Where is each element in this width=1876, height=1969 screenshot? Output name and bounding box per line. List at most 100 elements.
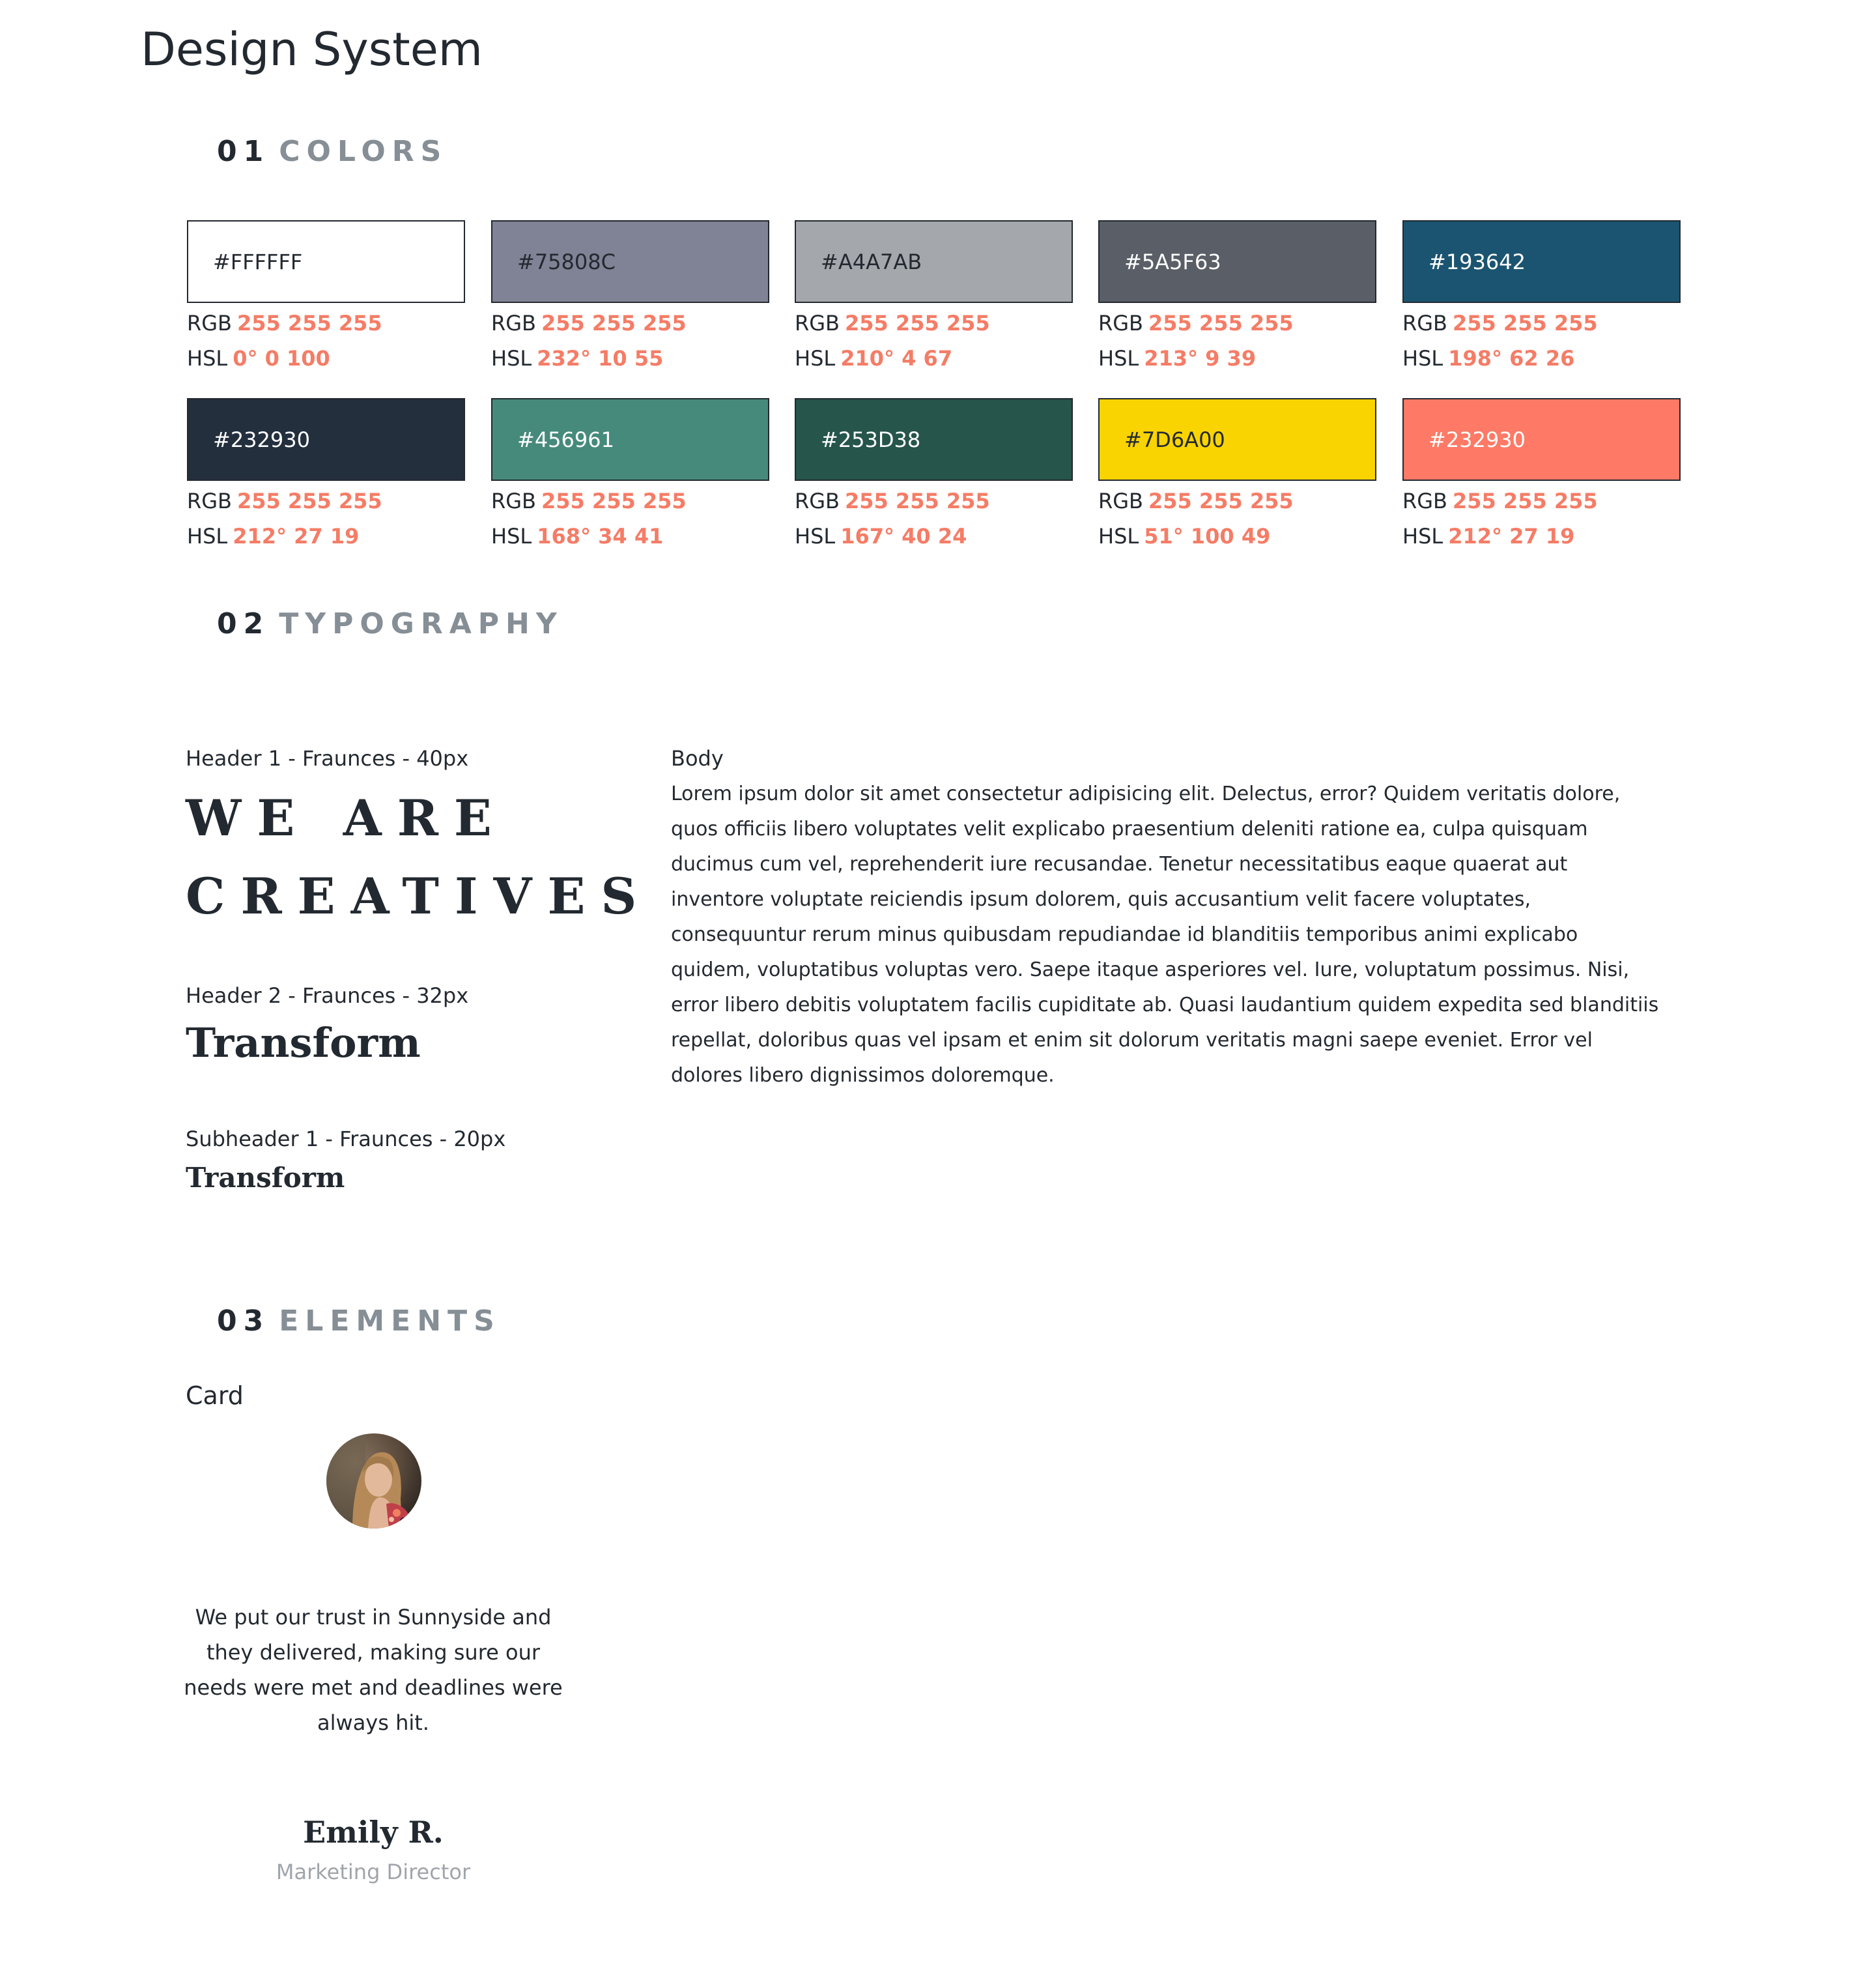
color-swatch: #253D38 RGB 255 255 255 HSL 167° 40 24 <box>795 398 1073 557</box>
color-hsl-value: 168° 34 41 <box>537 524 664 549</box>
color-swatch: #75808C RGB 255 255 255 HSL 232° 10 55 <box>491 220 769 379</box>
section-number: 02 <box>217 607 270 640</box>
color-swatch: #232930 RGB 255 255 255 HSL 212° 27 19 <box>187 398 465 557</box>
color-rgb-label: RGB <box>1098 311 1143 336</box>
color-swatch-chip: #7D6A00 <box>1098 398 1376 481</box>
testimonial-author-name: Emily R. <box>303 1815 444 1850</box>
subheader1-spec-label: Subheader 1 - Fraunces - 20px <box>186 1127 506 1151</box>
section-number: 01 <box>217 135 270 168</box>
section-name: ELEMENTS <box>279 1304 501 1338</box>
body-sample-text: Lorem ipsum dolor sit amet consectetur a… <box>671 783 1659 1087</box>
color-rgb-value: 255 255 255 <box>1452 489 1598 513</box>
color-swatch: #456961 RGB 255 255 255 HSL 168° 34 41 <box>491 398 769 557</box>
color-swatch: #193642 RGB 255 255 255 HSL 198° 62 26 <box>1402 220 1681 379</box>
color-hsl-label: HSL <box>187 524 228 549</box>
color-rgb-value: 255 255 255 <box>844 489 990 513</box>
color-swatch-chip: #232930 <box>187 398 465 481</box>
avatar-photo <box>326 1433 421 1529</box>
color-hsl-label: HSL <box>795 346 836 371</box>
section-heading-typography: 02 TYPOGRAPHY <box>217 605 563 644</box>
color-rgb-label: RGB <box>795 311 840 336</box>
color-hsl-value: 51° 100 49 <box>1144 524 1271 549</box>
testimonial-quote: We put our trust in Sunnyside and they d… <box>184 1605 563 1735</box>
color-hsl-value: 232° 10 55 <box>537 346 664 371</box>
color-rgb-value: 255 255 255 <box>541 489 687 513</box>
color-hsl-line: HSL 210° 4 67 <box>795 343 1073 373</box>
page-title: Design System <box>141 23 483 76</box>
color-hsl-value: 210° 4 67 <box>840 346 953 371</box>
color-swatch-chip: #75808C <box>491 220 769 303</box>
color-hsl-line: HSL 232° 10 55 <box>491 343 769 373</box>
color-rgb-label: RGB <box>491 489 536 513</box>
header1-sample-line1: WE ARE <box>186 789 507 847</box>
color-hsl-value: 212° 27 19 <box>1448 524 1575 549</box>
color-rgb-label: RGB <box>1402 489 1447 513</box>
color-swatch-chip: #FFFFFF <box>187 220 465 303</box>
color-swatch-chip: #253D38 <box>795 398 1073 481</box>
color-hsl-label: HSL <box>1402 524 1443 549</box>
subheader1-sample: Transform <box>186 1162 345 1194</box>
color-hsl-value: 213° 9 39 <box>1144 346 1257 371</box>
color-rgb-line: RGB 255 255 255 <box>1098 486 1376 516</box>
color-swatch: #FFFFFF RGB 255 255 255 HSL 0° 0 100 <box>187 220 465 379</box>
color-hsl-label: HSL <box>1402 346 1443 371</box>
color-rgb-label: RGB <box>491 311 536 336</box>
section-number: 03 <box>217 1304 270 1338</box>
color-hsl-label: HSL <box>491 346 532 371</box>
color-swatch: #5A5F63 RGB 255 255 255 HSL 213° 9 39 <box>1098 220 1376 379</box>
color-hsl-line: HSL 212° 27 19 <box>1402 521 1681 551</box>
color-hsl-line: HSL 198° 62 26 <box>1402 343 1681 373</box>
avatar <box>326 1433 421 1529</box>
color-swatch-chip: #456961 <box>491 398 769 481</box>
color-swatch-chip: #232930 <box>1402 398 1681 481</box>
header2-spec-label: Header 2 - Fraunces - 32px <box>186 983 469 1008</box>
color-rgb-label: RGB <box>1098 489 1143 513</box>
color-hsl-value: 198° 62 26 <box>1448 346 1575 371</box>
color-rgb-line: RGB 255 255 255 <box>795 308 1073 338</box>
color-rgb-line: RGB 255 255 255 <box>1098 308 1376 338</box>
color-rgb-line: RGB 255 255 255 <box>187 486 465 516</box>
color-rgb-value: 255 255 255 <box>236 311 382 336</box>
color-hsl-line: HSL 168° 34 41 <box>491 521 769 551</box>
color-hsl-value: 0° 0 100 <box>233 346 330 371</box>
header2-sample: Transform <box>186 1019 421 1067</box>
section-heading-elements: 03 ELEMENTS <box>217 1302 501 1341</box>
color-hsl-line: HSL 213° 9 39 <box>1098 343 1376 373</box>
section-heading-colors: 01 COLORS <box>217 132 448 171</box>
color-rgb-line: RGB 255 255 255 <box>491 486 769 516</box>
section-name: TYPOGRAPHY <box>279 607 563 640</box>
color-rgb-line: RGB 255 255 255 <box>1402 486 1681 516</box>
color-swatch-chip: #193642 <box>1402 220 1681 303</box>
color-hsl-label: HSL <box>491 524 532 549</box>
color-hsl-line: HSL 167° 40 24 <box>795 521 1073 551</box>
color-rgb-label: RGB <box>187 489 232 513</box>
color-swatch: #232930 RGB 255 255 255 HSL 212° 27 19 <box>1402 398 1681 557</box>
color-rgb-value: 255 255 255 <box>1148 311 1294 336</box>
color-hsl-label: HSL <box>1098 346 1139 371</box>
color-swatch-chip: #5A5F63 <box>1098 220 1376 303</box>
section-name: COLORS <box>279 135 448 168</box>
color-rgb-line: RGB 255 255 255 <box>491 308 769 338</box>
color-swatch: #A4A7AB RGB 255 255 255 HSL 210° 4 67 <box>795 220 1073 379</box>
header1-sample: WE ARE CREATIVES <box>186 779 642 936</box>
header1-sample-line2: CREATIVES <box>186 867 653 925</box>
color-rgb-value: 255 255 255 <box>236 489 382 513</box>
color-hsl-label: HSL <box>795 524 836 549</box>
color-rgb-line: RGB 255 255 255 <box>795 486 1073 516</box>
color-hsl-value: 167° 40 24 <box>840 524 967 549</box>
color-rgb-value: 255 255 255 <box>1452 311 1598 336</box>
color-hsl-label: HSL <box>1098 524 1139 549</box>
color-rgb-line: RGB 255 255 255 <box>1402 308 1681 338</box>
color-rgb-label: RGB <box>187 311 232 336</box>
color-hsl-line: HSL 51° 100 49 <box>1098 521 1376 551</box>
color-hsl-line: HSL 212° 27 19 <box>187 521 465 551</box>
color-rgb-value: 255 255 255 <box>844 311 990 336</box>
color-swatch: #7D6A00 RGB 255 255 255 HSL 51° 100 49 <box>1098 398 1376 557</box>
color-rgb-label: RGB <box>1402 311 1447 336</box>
color-rgb-line: RGB 255 255 255 <box>187 308 465 338</box>
testimonial-card: We put our trust in Sunnyside and they d… <box>176 1433 571 1903</box>
color-hsl-line: HSL 0° 0 100 <box>187 343 465 373</box>
color-rgb-value: 255 255 255 <box>1148 489 1294 513</box>
header1-spec-label: Header 1 - Fraunces - 40px <box>186 746 469 771</box>
card-label: Card <box>186 1381 244 1410</box>
